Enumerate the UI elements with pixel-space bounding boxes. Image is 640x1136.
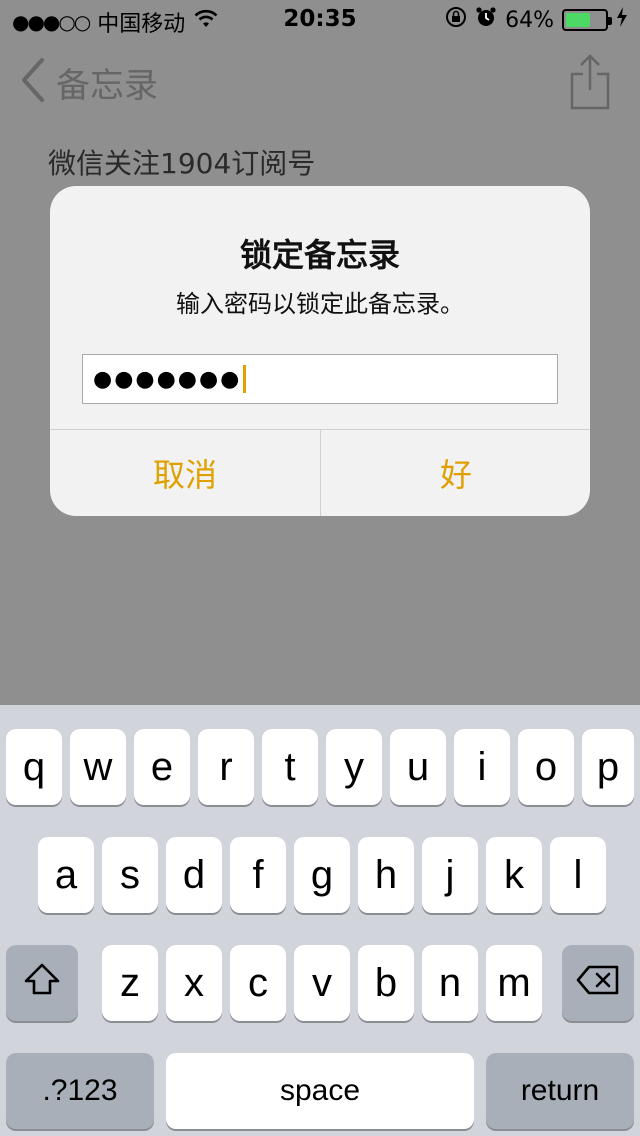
return-key[interactable]: return	[486, 1053, 634, 1129]
ok-button[interactable]: 好	[321, 430, 590, 516]
key-f[interactable]: f	[230, 837, 286, 913]
alert-title: 锁定备忘录	[239, 236, 400, 274]
key-d[interactable]: d	[166, 837, 222, 913]
key-i[interactable]: i	[454, 729, 510, 805]
key-c[interactable]: c	[230, 945, 286, 1021]
key-g[interactable]: g	[294, 837, 350, 913]
text-cursor	[243, 365, 247, 393]
password-field[interactable]: ●●●●●●●	[82, 354, 558, 404]
key-x[interactable]: x	[166, 945, 222, 1021]
charging-icon	[616, 6, 628, 34]
alert-message: 输入密码以锁定此备忘录。	[176, 290, 464, 318]
key-j[interactable]: j	[422, 837, 478, 913]
navigation-bar: 备忘录	[0, 44, 640, 124]
key-s[interactable]: s	[102, 837, 158, 913]
backspace-icon	[575, 961, 621, 1006]
lock-note-alert: 锁定备忘录 输入密码以锁定此备忘录。 ●●●●●●● 取消 好	[50, 186, 590, 516]
share-icon[interactable]	[570, 54, 610, 110]
key-t[interactable]: t	[262, 729, 318, 805]
key-u[interactable]: u	[390, 729, 446, 805]
key-r[interactable]: r	[198, 729, 254, 805]
key-b[interactable]: b	[358, 945, 414, 1021]
shift-icon	[23, 961, 61, 1006]
password-masked-value: ●●●●●●●	[93, 366, 242, 392]
key-k[interactable]: k	[486, 837, 542, 913]
back-button-label: 备忘录	[56, 65, 158, 106]
chevron-left-icon	[18, 56, 48, 108]
key-o[interactable]: o	[518, 729, 574, 805]
back-button[interactable]: 备忘录	[18, 56, 158, 108]
note-text-line: 微信关注1904订阅号	[48, 147, 316, 180]
battery-icon	[562, 9, 612, 31]
key-w[interactable]: w	[70, 729, 126, 805]
battery-percent: 64%	[505, 7, 554, 33]
key-e[interactable]: e	[134, 729, 190, 805]
keyboard: q w e r t y u i o p a s d f g h j k l z …	[0, 705, 640, 1136]
key-y[interactable]: y	[326, 729, 382, 805]
key-p[interactable]: p	[582, 729, 634, 805]
key-z[interactable]: z	[102, 945, 158, 1021]
key-q[interactable]: q	[6, 729, 62, 805]
alarm-icon	[475, 6, 497, 34]
key-n[interactable]: n	[422, 945, 478, 1021]
numbers-key[interactable]: .?123	[6, 1053, 154, 1129]
key-h[interactable]: h	[358, 837, 414, 913]
cancel-button[interactable]: 取消	[50, 430, 320, 516]
key-a[interactable]: a	[38, 837, 94, 913]
delete-key[interactable]	[562, 945, 634, 1021]
status-bar: ●●●○○ 中国移动 20:35 64%	[0, 0, 640, 40]
key-v[interactable]: v	[294, 945, 350, 1021]
space-key[interactable]: space	[166, 1053, 474, 1129]
key-l[interactable]: l	[550, 837, 606, 913]
orientation-lock-icon	[445, 6, 467, 34]
key-m[interactable]: m	[486, 945, 542, 1021]
shift-key[interactable]	[6, 945, 78, 1021]
